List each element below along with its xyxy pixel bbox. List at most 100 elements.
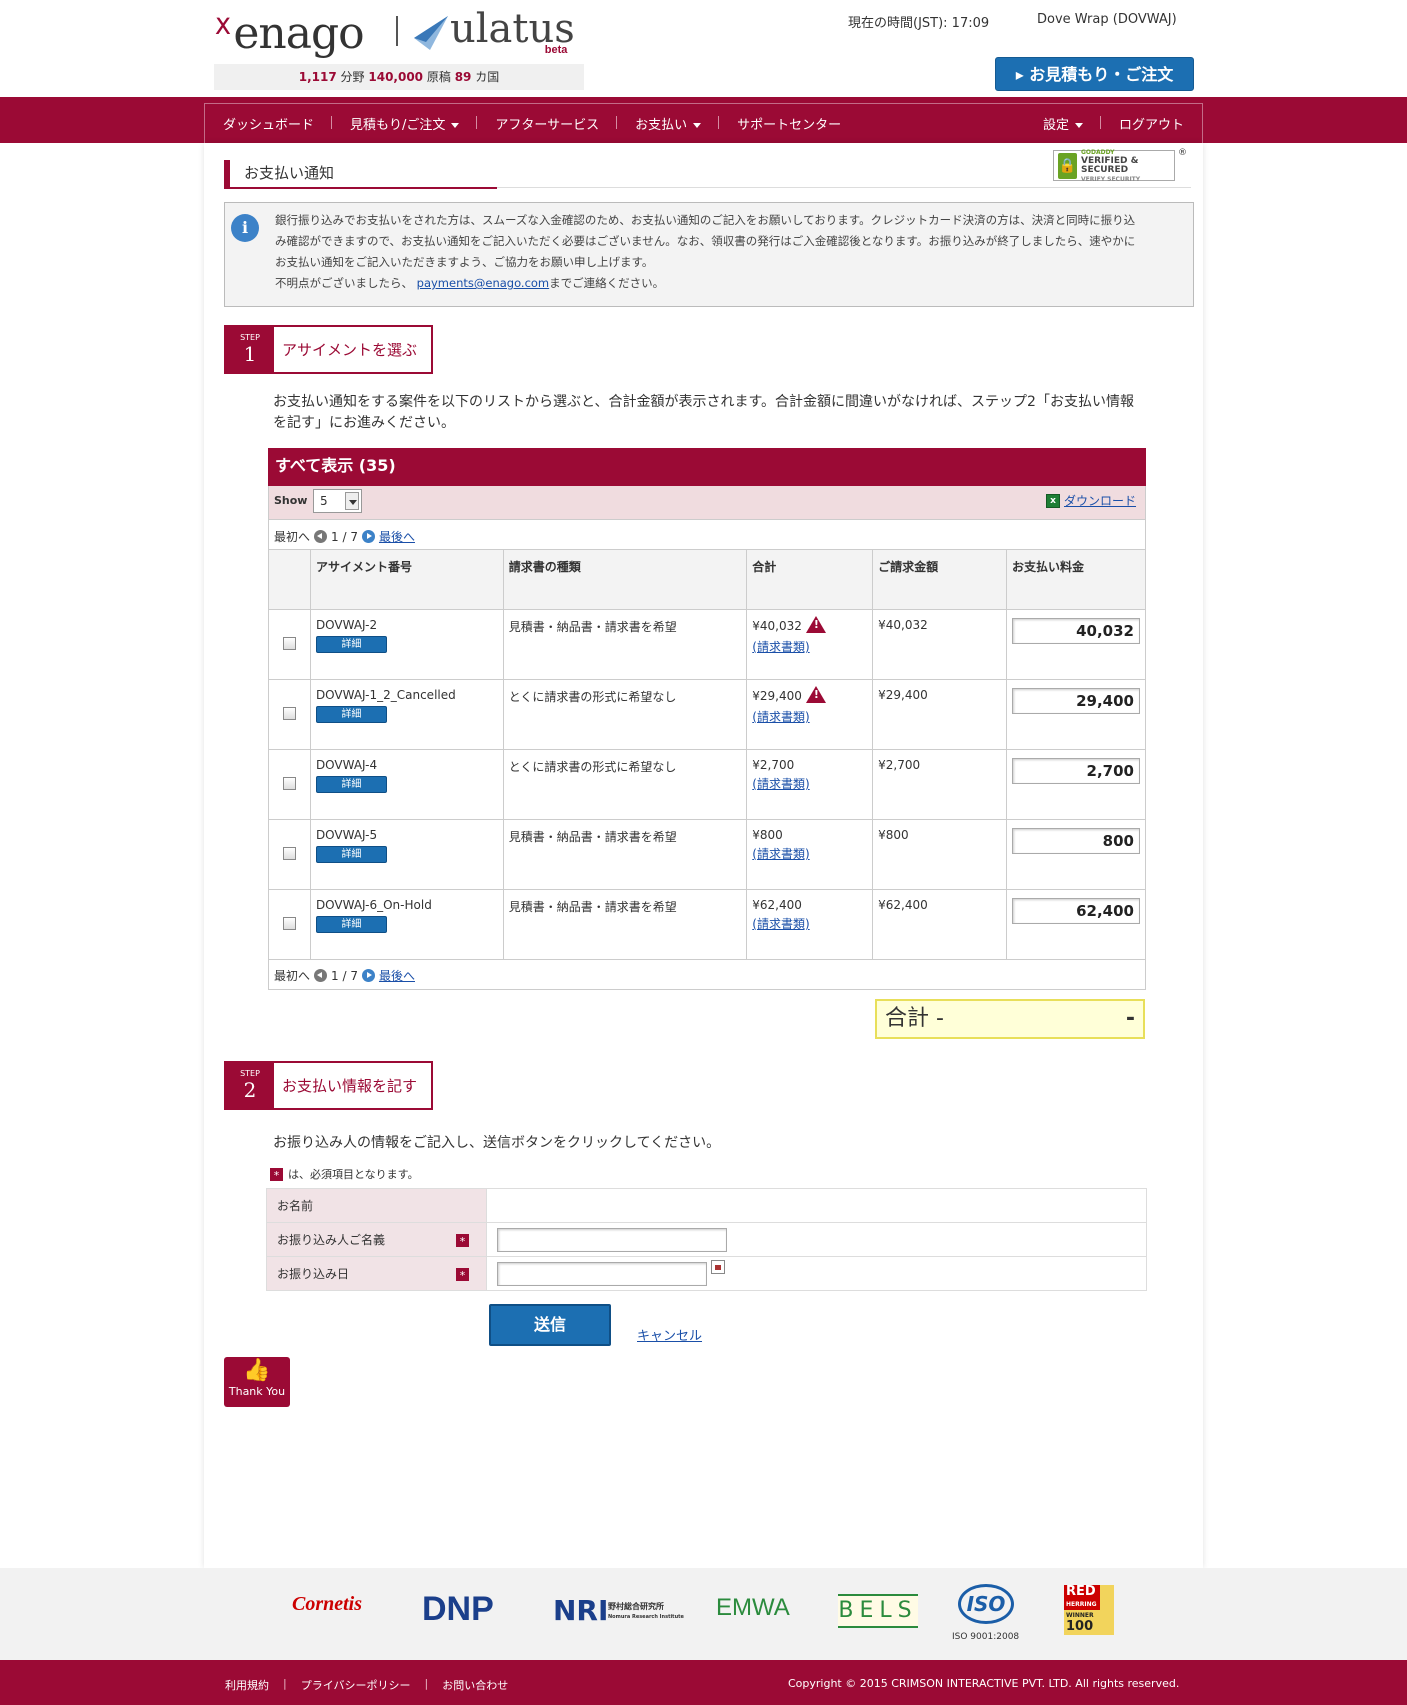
- remitter-name-input[interactable]: [497, 1227, 727, 1252]
- enago-logo-text: enago: [233, 8, 364, 59]
- payment-amount-input[interactable]: 62,400: [1011, 898, 1140, 924]
- payment-amount-input[interactable]: 29,400: [1011, 688, 1140, 714]
- column-header: お支払い料金: [1005, 549, 1147, 610]
- red-herring-logo: RED HERRING WINNER 100: [1064, 1585, 1114, 1635]
- next-page-icon[interactable]: [361, 969, 375, 982]
- chevron-down-icon: [345, 492, 359, 510]
- step-2-badge: STEP 2 お支払い情報を記す: [224, 1061, 434, 1110]
- footer-link-terms[interactable]: 利用規約: [225, 1677, 283, 1693]
- pager-last[interactable]: 最後へ: [379, 967, 415, 984]
- assignment-id: DOVWAJ-1_2_Cancelled: [315, 688, 456, 702]
- total-amount: ¥800: [752, 828, 783, 842]
- table-row: DOVWAJ-5 詳細 見積書・納品書・請求書を希望 ¥800 (請求書類) ¥800 80…: [268, 819, 1147, 890]
- total-amount: ¥29,400: [752, 689, 802, 703]
- pager-last[interactable]: 最後へ: [379, 528, 415, 545]
- calendar-icon[interactable]: [711, 1259, 725, 1274]
- payment-amount-input[interactable]: 800: [1011, 828, 1140, 854]
- row-checkbox[interactable]: [282, 916, 296, 930]
- info-icon: i: [231, 214, 259, 242]
- row-checkbox[interactable]: [282, 706, 296, 720]
- ulatus-logo[interactable]: ulatus beta: [412, 6, 575, 56]
- payment-amount-input[interactable]: 2,700: [1011, 758, 1140, 784]
- invoice-link[interactable]: (請求書類): [752, 708, 867, 725]
- row-checkbox[interactable]: [282, 846, 296, 860]
- enago-logo[interactable]: ᕽ enago: [213, 8, 365, 59]
- user-name[interactable]: Dove Wrap (DOVWAJ): [1037, 12, 1177, 27]
- cancel-link[interactable]: キャンセル: [637, 1325, 702, 1344]
- thank-you-button[interactable]: 👍 Thank You: [224, 1357, 290, 1407]
- warning-icon: [805, 686, 826, 703]
- field-label-date: お振り込み日 *: [266, 1256, 487, 1291]
- invoice-type: とくに請求書の形式に希望なし: [502, 749, 748, 820]
- partner-logos: [0, 1568, 1407, 1660]
- required-icon: *: [456, 1268, 469, 1282]
- detail-button[interactable]: 詳細: [315, 846, 387, 863]
- chevron-down-icon: [1074, 123, 1083, 128]
- detail-button[interactable]: 詳細: [315, 776, 387, 793]
- total-value: -: [1125, 1006, 1135, 1031]
- nav-support-center[interactable]: サポートセンター: [719, 114, 859, 133]
- pagination-top: 最初へ 1 / 7 最後へ: [274, 528, 415, 545]
- row-checkbox[interactable]: [282, 776, 296, 790]
- required-icon: *: [270, 1167, 283, 1182]
- nav-dashboard[interactable]: ダッシュボード: [205, 114, 333, 133]
- nav-payment[interactable]: お支払い: [617, 114, 720, 133]
- prev-page-icon[interactable]: [314, 530, 328, 543]
- footer-link-privacy[interactable]: プライバシーポリシー: [287, 1677, 425, 1693]
- excel-icon: x: [1046, 493, 1060, 508]
- required-icon: *: [456, 1234, 469, 1248]
- info-text: 銀行振り込みでお支払いをされた方は、スムーズな入金確認のため、お支払い通知のご記…: [275, 213, 1136, 290]
- paper-plane-icon: [414, 16, 448, 50]
- footer-link-contact[interactable]: お問い合わせ: [428, 1677, 522, 1693]
- page-size-select[interactable]: 5: [313, 489, 362, 513]
- assignment-id: DOVWAJ-2: [315, 618, 378, 632]
- payment-amount-input[interactable]: 40,032: [1011, 618, 1140, 644]
- nav-settings[interactable]: 設定: [1025, 114, 1101, 133]
- quote-order-button[interactable]: ▸ お見積もり・ご注文: [995, 57, 1194, 91]
- total-amount: ¥2,700: [752, 758, 795, 772]
- column-header: ご請求金額: [872, 549, 1007, 610]
- pager-first[interactable]: 最初へ: [274, 528, 310, 545]
- invoice-link[interactable]: (請求書類): [752, 915, 867, 932]
- copyright: Copyright © 2015 CRIMSON INTERACTIVE PVT…: [788, 1677, 1180, 1690]
- cornetis-logo: Cornetis: [292, 1593, 363, 1615]
- caret-right-icon: ▸: [1015, 65, 1030, 84]
- billed-amount: ¥40,032: [872, 609, 1007, 680]
- table-toolbar: [268, 486, 1146, 520]
- detail-button[interactable]: 詳細: [315, 636, 387, 653]
- next-page-icon[interactable]: [361, 530, 375, 543]
- nav-after-service[interactable]: アフターサービス: [477, 114, 617, 133]
- total-amount: ¥40,032: [752, 619, 802, 633]
- download-link[interactable]: x ダウンロード: [1046, 492, 1136, 509]
- show-label: Show: [274, 494, 308, 507]
- column-header-select: [268, 549, 311, 610]
- submit-button[interactable]: 送信: [489, 1304, 611, 1346]
- nav-quote-order[interactable]: 見積もり/ご注文: [332, 114, 478, 133]
- prev-page-icon[interactable]: [314, 969, 328, 982]
- column-header: 請求書の種類: [502, 549, 748, 610]
- row-checkbox[interactable]: [282, 636, 296, 650]
- chevron-down-icon: [451, 123, 460, 128]
- bels-logo: BELS: [838, 1594, 918, 1628]
- page-title: お支払い通知: [244, 164, 335, 182]
- assignment-table: アサイメント番号 請求書の種類 合計 ご請求金額 お支払い料金 DOVWAJ-2…: [268, 549, 1147, 960]
- logo-divider: [396, 16, 398, 46]
- invoice-type: 見積書・納品書・請求書を希望: [502, 889, 748, 960]
- nav-logout[interactable]: ログアウト: [1101, 114, 1202, 133]
- invoice-link[interactable]: (請求書類): [752, 845, 867, 862]
- registered-mark: ®: [1178, 148, 1187, 158]
- emwa-logo: EMWA: [716, 1594, 790, 1621]
- beta-badge: beta: [544, 44, 568, 56]
- payments-email-link[interactable]: payments@enago.com: [417, 276, 549, 290]
- detail-button[interactable]: 詳細: [315, 916, 387, 933]
- invoice-link[interactable]: (請求書類): [752, 638, 867, 655]
- stats-banner: 1,117 分野 140,000 原稿 89 カ国: [214, 64, 584, 90]
- pager-first[interactable]: 最初へ: [274, 967, 310, 984]
- total-box: 合計 - -: [875, 999, 1145, 1039]
- total-label: 合計 -: [885, 1006, 944, 1031]
- invoice-link[interactable]: (請求書類): [752, 775, 867, 792]
- field-label-name: お名前: [266, 1188, 487, 1223]
- transfer-date-input[interactable]: [497, 1261, 707, 1286]
- godaddy-seal[interactable]: 🔒 GODADDY VERIFIED & SECURED VERIFY SECU…: [1053, 149, 1175, 183]
- detail-button[interactable]: 詳細: [315, 706, 387, 723]
